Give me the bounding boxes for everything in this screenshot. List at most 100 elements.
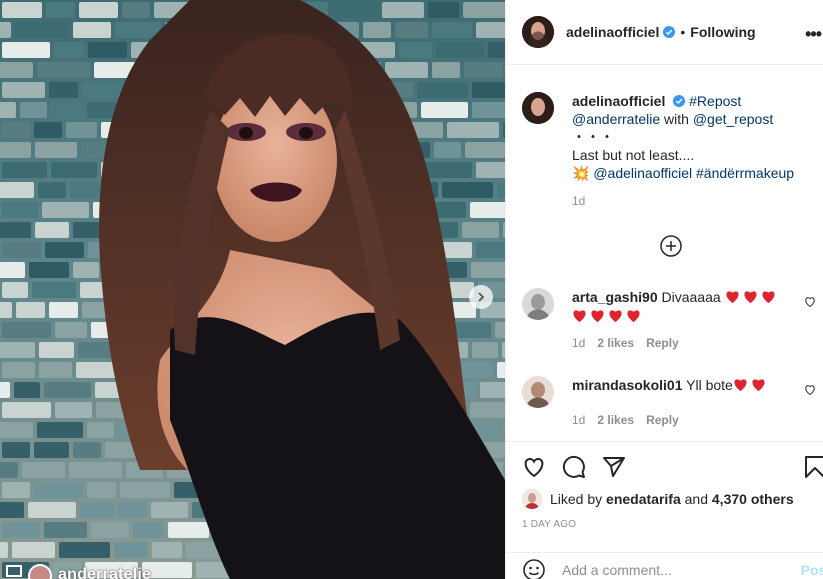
post-button[interactable]: Post — [801, 562, 823, 578]
wall-tile — [2, 322, 51, 338]
post-actions: Liked by enedatarifa and 4,370 others 1 … — [506, 441, 823, 579]
wall-tile — [434, 142, 461, 158]
caption-username[interactable]: adelinaofficiel — [572, 93, 665, 109]
collision-emoji: 💥 — [572, 165, 590, 181]
wall-tile — [152, 542, 182, 558]
wall-tile — [51, 102, 83, 118]
comment-likes[interactable]: 2 likes — [597, 334, 634, 353]
comment-username[interactable]: mirandasokoli01 — [572, 377, 683, 393]
wall-tile — [2, 402, 51, 418]
comment-time[interactable]: 1d — [572, 411, 585, 430]
more-options-icon[interactable]: ••• — [805, 24, 822, 45]
verified-badge-icon — [663, 26, 676, 38]
comment-icon[interactable] — [562, 455, 586, 479]
wall-tile — [2, 122, 30, 138]
wall-tile — [73, 262, 99, 278]
wall-tile — [2, 2, 42, 18]
wall-tile — [34, 442, 69, 458]
wall-tile — [385, 62, 428, 78]
wall-tile — [0, 262, 25, 278]
reply-button[interactable]: Reply — [646, 411, 679, 430]
mention-anderratelie[interactable]: @anderratelie — [572, 111, 660, 127]
liker-avatar[interactable] — [522, 489, 542, 509]
wall-tile — [470, 402, 505, 418]
wall-tile — [122, 2, 150, 18]
wall-tile — [476, 242, 505, 258]
wall-tile — [42, 202, 89, 218]
liked-by-others[interactable]: 4,370 others — [712, 491, 794, 507]
author-username[interactable]: adelinaofficiel — [566, 24, 659, 40]
comment-time[interactable]: 1d — [572, 334, 585, 353]
post-image[interactable]: anderratelie — [0, 0, 505, 579]
wall-tile — [49, 82, 78, 98]
liked-by-and: and — [684, 491, 708, 507]
comment-likes[interactable]: 2 likes — [597, 411, 634, 430]
wall-tile — [114, 542, 148, 558]
wall-tile — [2, 442, 30, 458]
wall-tile — [2, 202, 38, 218]
wall-tile — [476, 162, 505, 178]
following-button[interactable]: Following — [690, 24, 755, 40]
comment-username[interactable]: arta_gashi90 — [572, 289, 658, 305]
mention-adelinaofficiel[interactable]: @adelinaofficiel — [593, 165, 692, 181]
wall-tile — [0, 302, 12, 318]
repost-avatar — [28, 563, 52, 579]
hashtag-repost[interactable]: #Repost — [689, 93, 741, 109]
commenter-avatar[interactable] — [522, 376, 554, 408]
caption-author-avatar[interactable] — [522, 92, 554, 124]
liked-by-user[interactable]: enedatarifa — [606, 491, 681, 507]
wall-tile — [495, 322, 505, 338]
comment-like-heart-icon[interactable] — [804, 384, 816, 396]
liked-by-prefix: Liked by — [550, 491, 603, 507]
wall-tile — [462, 222, 499, 238]
send-icon[interactable] — [602, 455, 626, 479]
wall-tile — [472, 82, 505, 98]
comment-meta: 1d 2 likes Reply — [572, 411, 802, 430]
wall-tile — [447, 122, 499, 138]
post-time[interactable]: 1 DAY AGO — [522, 519, 576, 530]
red-heart-icon — [609, 310, 622, 323]
next-image-button[interactable] — [469, 285, 493, 309]
wall-tile — [66, 122, 97, 138]
red-heart-icon — [627, 310, 640, 323]
header-separator: • — [680, 24, 686, 40]
heart-icon[interactable] — [522, 455, 546, 479]
comment-text: Yll bote — [686, 377, 733, 393]
hashtag-anderrmakeup[interactable]: #ändërrmakeup — [696, 165, 794, 181]
repost-icon — [6, 564, 22, 577]
wall-tile — [46, 2, 75, 18]
wall-tile — [44, 522, 87, 538]
caption-with: with — [664, 111, 689, 127]
avatar-image — [522, 288, 554, 320]
wall-tile — [151, 502, 188, 518]
smiley-icon[interactable] — [522, 558, 546, 579]
red-heart-icon — [761, 291, 775, 304]
wall-tile — [480, 382, 505, 398]
wall-tile — [421, 102, 468, 118]
wall-tile — [0, 62, 33, 78]
wall-tile — [472, 102, 505, 118]
caption-time[interactable]: 1d — [572, 192, 822, 210]
wall-tile — [16, 302, 45, 318]
comment-body: arta_gashi90 Divaaaaa 1d 2 likes Reply — [572, 288, 802, 353]
comment-like-heart-icon[interactable] — [804, 296, 816, 308]
wall-tile — [465, 142, 505, 158]
wall-tile — [488, 42, 505, 58]
mention-get-repost[interactable]: @get_repost — [693, 111, 773, 127]
red-heart-icon — [725, 291, 739, 304]
author-avatar[interactable] — [522, 16, 554, 48]
wall-tile — [0, 222, 31, 238]
reply-button[interactable]: Reply — [646, 334, 679, 353]
comment-body: mirandasokoli01 Yll bote 1d 2 likes Repl… — [572, 376, 802, 430]
wall-tile — [0, 542, 8, 558]
wall-tile — [470, 202, 505, 218]
wall-tile — [168, 522, 209, 538]
wall-tile — [2, 362, 35, 378]
wall-tile — [417, 82, 468, 98]
commenter-avatar[interactable] — [522, 288, 554, 320]
bookmark-icon[interactable] — [803, 455, 823, 479]
comment-input[interactable]: Add a comment... — [562, 562, 801, 578]
avatar-image — [522, 92, 554, 124]
heart-emoji-row — [733, 377, 769, 393]
plus-circle-icon[interactable] — [660, 235, 682, 257]
